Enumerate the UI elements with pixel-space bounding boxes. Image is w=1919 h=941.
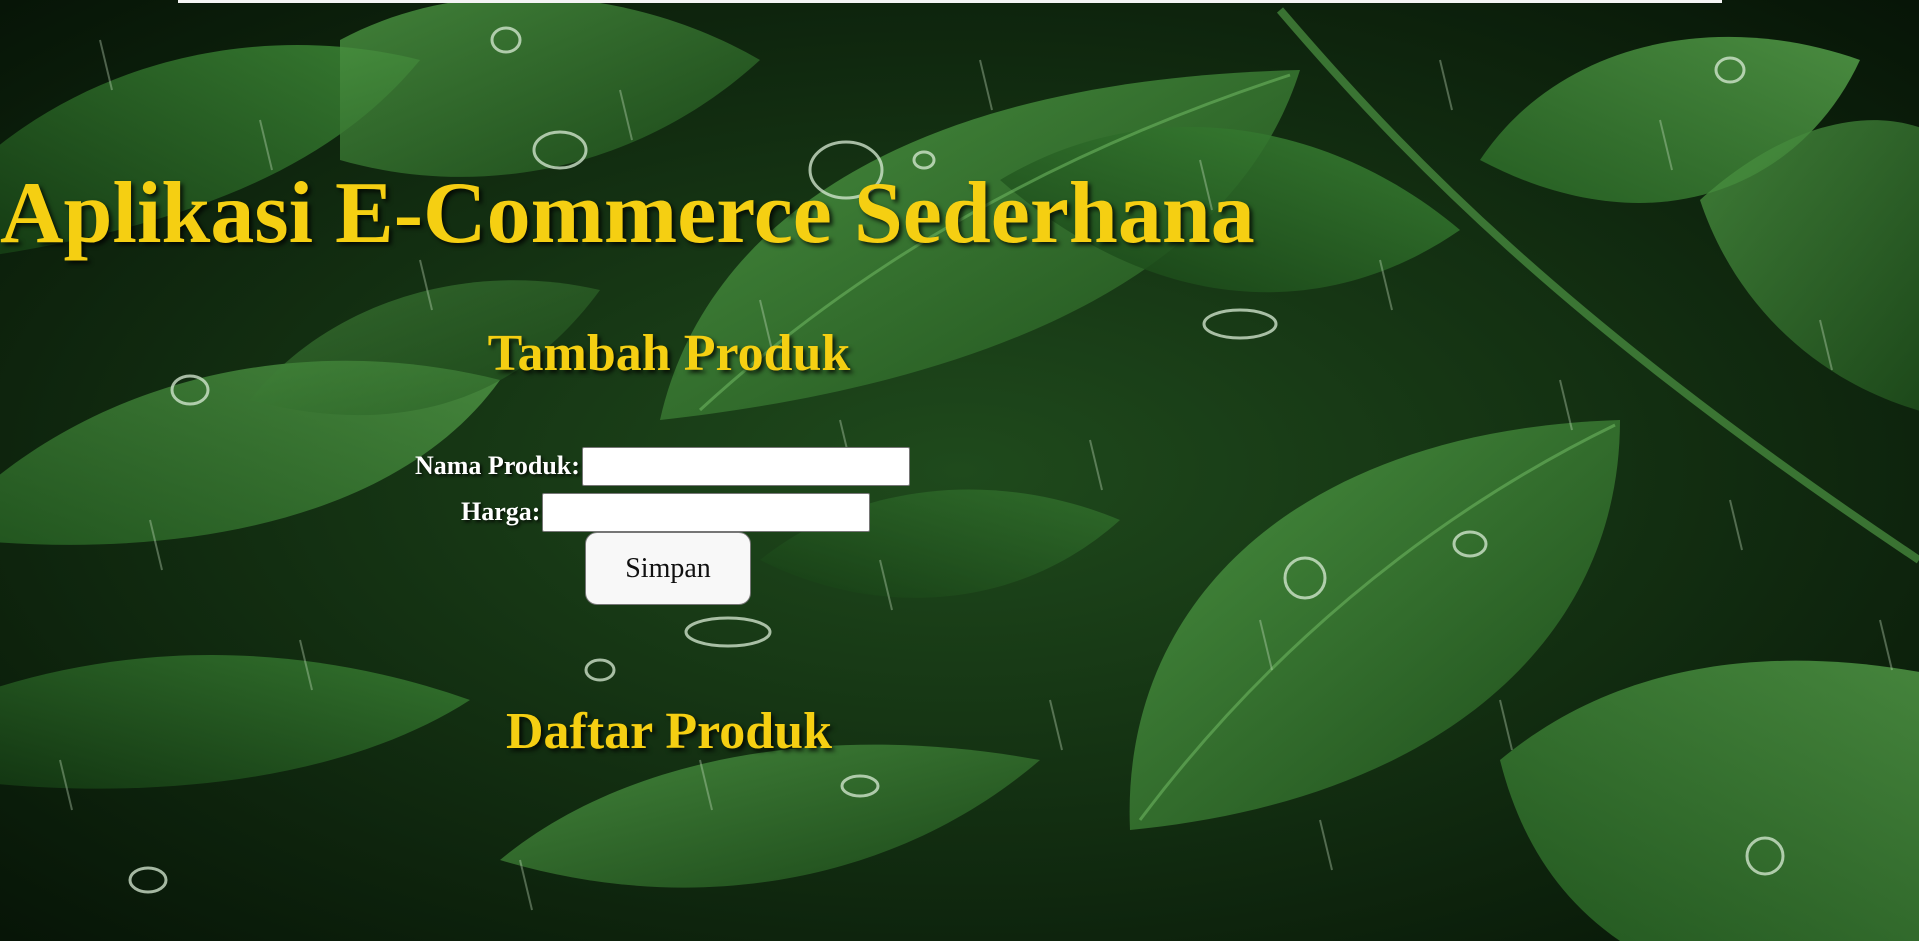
- price-label: Harga:: [461, 497, 541, 526]
- top-border-line: [178, 0, 1722, 3]
- product-name-input[interactable]: [581, 446, 910, 486]
- price-row: Harga:: [461, 492, 871, 532]
- product-name-row: Nama Produk:: [415, 446, 910, 486]
- page-content: Aplikasi E-Commerce Sederhana Tambah Pro…: [0, 0, 1919, 941]
- app-title: Aplikasi E-Commerce Sederhana: [0, 165, 1255, 262]
- price-input[interactable]: [542, 492, 871, 532]
- save-button[interactable]: Simpan: [585, 532, 751, 605]
- product-name-label: Nama Produk:: [415, 451, 580, 480]
- product-list-title: Daftar Produk: [506, 703, 832, 760]
- add-product-title: Tambah Produk: [487, 325, 851, 382]
